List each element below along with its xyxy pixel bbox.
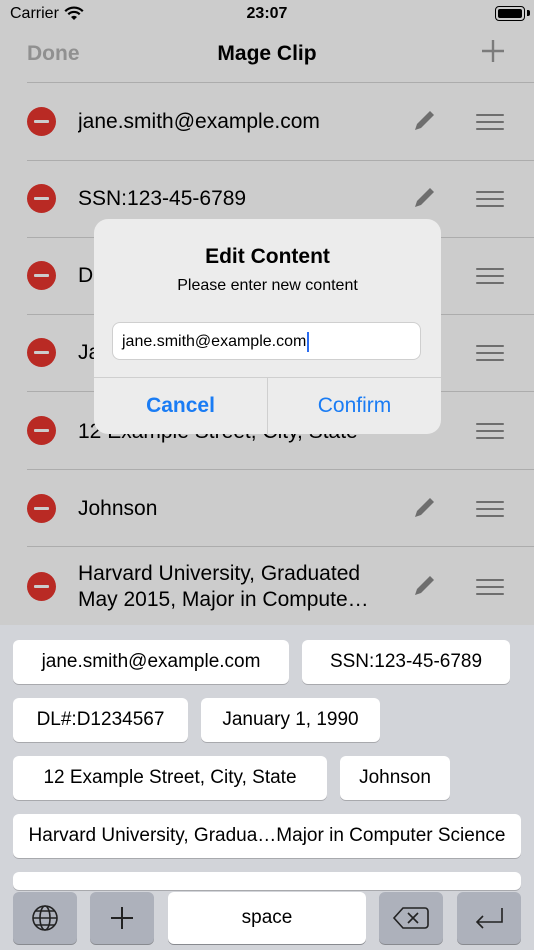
plus-icon[interactable]: [90, 892, 154, 944]
clip-chip[interactable]: 12 Example Street, City, State: [13, 756, 327, 800]
return-icon[interactable]: [457, 892, 521, 944]
content-input-value: jane.smith@example.com: [122, 333, 307, 350]
delete-icon[interactable]: [379, 892, 443, 944]
clip-chip-partial[interactable]: [13, 872, 521, 890]
dialog-message: Please enter new content: [177, 277, 358, 294]
cancel-button[interactable]: Cancel: [94, 378, 267, 434]
content-input[interactable]: jane.smith@example.com: [112, 322, 421, 360]
globe-icon[interactable]: [13, 892, 77, 944]
space-key[interactable]: space: [168, 892, 366, 944]
clip-chip[interactable]: DL#:D1234567: [13, 698, 188, 742]
clip-chip[interactable]: Harvard University, Gradua…Major in Comp…: [13, 814, 521, 858]
clip-chip[interactable]: jane.smith@example.com: [13, 640, 289, 684]
confirm-button[interactable]: Confirm: [268, 378, 441, 434]
text-caret: [307, 331, 310, 352]
clip-keyboard: jane.smith@example.com SSN:123-45-6789 D…: [0, 625, 534, 950]
clip-chip[interactable]: January 1, 1990: [201, 698, 380, 742]
dialog-title: Edit Content: [205, 245, 330, 268]
clip-chip[interactable]: Johnson: [340, 756, 450, 800]
edit-content-dialog: Edit Content Please enter new content ja…: [94, 219, 441, 434]
clip-chip[interactable]: SSN:123-45-6789: [302, 640, 510, 684]
